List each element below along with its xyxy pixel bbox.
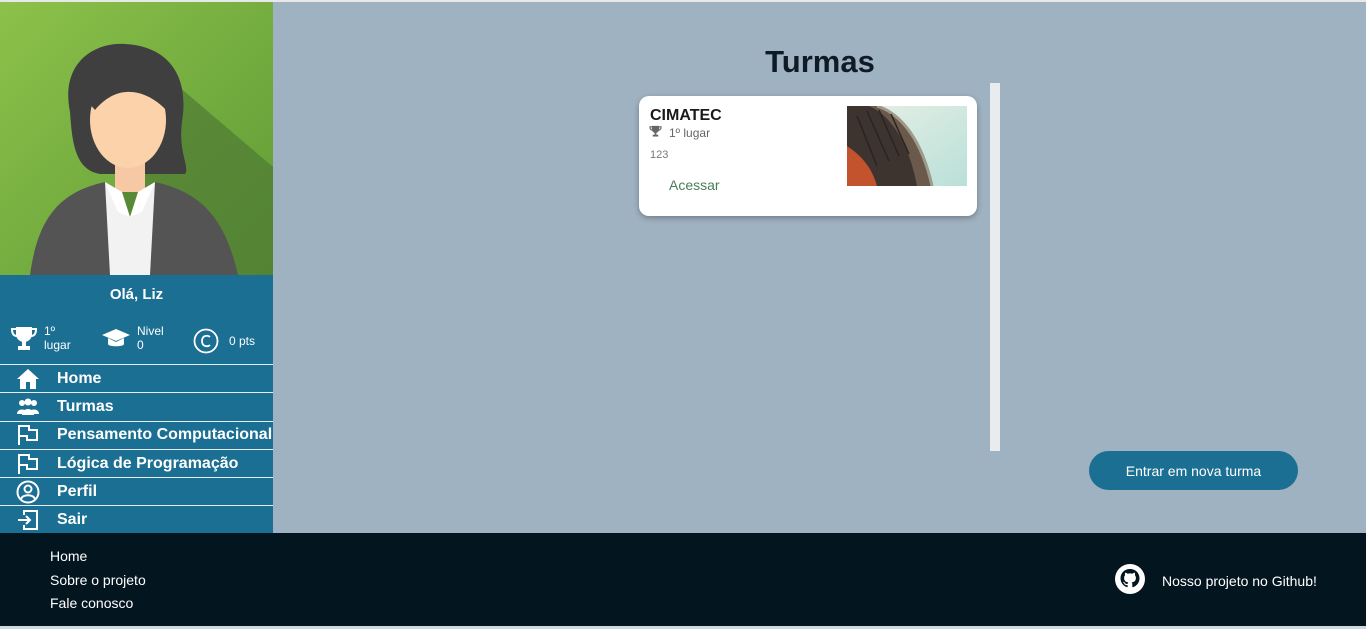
footer-link-home[interactable]: Home [50, 548, 87, 564]
flag-icon [0, 453, 57, 475]
github-link[interactable]: Nosso projeto no Github! [1114, 563, 1317, 598]
sidebar: Olá, Liz 1º lugar Nivel 0 0 pts Home Tur… [0, 2, 273, 533]
footer: Home Sobre o projeto Fale conosco Nosso … [0, 533, 1366, 629]
points-value: 0 pts [229, 334, 256, 348]
sidebar-item-label: Sair [57, 511, 88, 529]
avatar [0, 2, 273, 275]
sidebar-menu: Home Turmas Pensamento Computacional Lóg… [0, 364, 273, 534]
logout-icon [0, 509, 57, 531]
level-line2: 0 [137, 338, 144, 352]
home-icon [0, 368, 57, 390]
class-image [847, 106, 967, 186]
rank-stat: 1º lugar [10, 324, 71, 352]
sidebar-item-label: Lógica de Programação [57, 454, 239, 472]
sidebar-item-home[interactable]: Home [0, 364, 273, 392]
sidebar-item-label: Turmas [57, 397, 114, 415]
copyright-icon [193, 328, 219, 354]
sidebar-item-pensamento-computacional[interactable]: Pensamento Computacional [0, 420, 273, 449]
graduation-cap-icon [101, 327, 131, 349]
sidebar-item-label: Perfil [57, 482, 98, 500]
class-name: CIMATEC [650, 107, 722, 124]
footer-link-contato[interactable]: Fale conosco [50, 595, 133, 611]
sidebar-item-label: Home [57, 369, 102, 387]
users-icon [0, 398, 57, 416]
page-title: Turmas [765, 44, 875, 79]
sidebar-item-label: Pensamento Computacional [57, 426, 273, 444]
github-icon [1114, 563, 1146, 598]
sidebar-item-turmas[interactable]: Turmas [0, 392, 273, 420]
class-rank-text: 1º lugar [669, 125, 711, 140]
greeting: Olá, Liz [109, 286, 164, 303]
flag-icon [0, 424, 57, 446]
class-card[interactable]: CIMATEC 1º lugar 123 Acessar [639, 96, 977, 216]
trophy-icon [649, 125, 662, 140]
sidebar-item-perfil[interactable]: Perfil [0, 477, 273, 505]
level-line1: Nivel [137, 324, 164, 338]
class-rank: 1º lugar [649, 125, 710, 140]
user-stats: 1º lugar Nivel 0 0 pts [0, 324, 273, 358]
sidebar-item-logica-de-programacao[interactable]: Lógica de Programação [0, 448, 273, 477]
level-stat: Nivel 0 [101, 324, 164, 352]
user-circle-icon [0, 480, 57, 504]
scrollbar[interactable] [990, 83, 1000, 451]
trophy-icon [10, 325, 38, 351]
github-link-label: Nosso projeto no Github! [1162, 572, 1317, 589]
points-stat: 0 pts [193, 328, 255, 354]
rank-line1: 1º [44, 324, 56, 338]
sidebar-item-sair[interactable]: Sair [0, 505, 273, 533]
rank-line2: lugar [44, 338, 71, 352]
access-button[interactable]: Acessar [669, 177, 720, 193]
footer-link-sobre[interactable]: Sobre o projeto [50, 572, 146, 588]
class-code: 123 [650, 149, 669, 161]
join-class-button[interactable]: Entrar em nova turma [1089, 451, 1298, 490]
